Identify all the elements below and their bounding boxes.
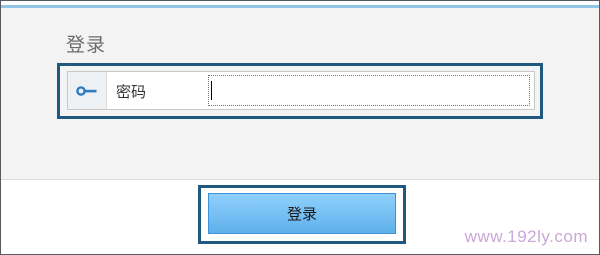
footer-divider [1, 179, 599, 180]
dialog-title: 登录 [66, 34, 107, 56]
login-button[interactable]: 登录 [208, 193, 396, 234]
watermark: www.192ly.com [464, 227, 588, 246]
key-icon [76, 86, 97, 96]
text-caret [211, 81, 212, 100]
password-input[interactable] [208, 75, 530, 106]
password-label: 密码 [116, 83, 147, 101]
password-field: 密码 [67, 71, 535, 110]
password-icon-cell [68, 72, 107, 109]
